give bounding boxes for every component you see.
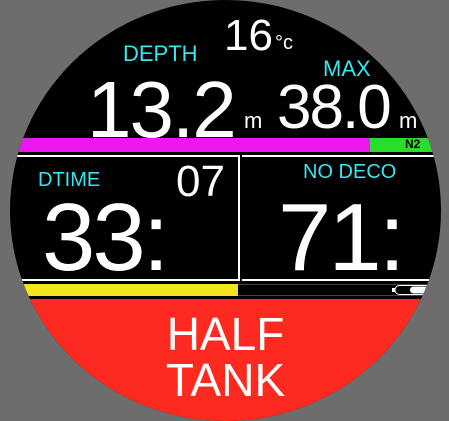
battery-icon [392,285,438,295]
no-deco-label: NO DECO [303,161,397,183]
dive-computer-screen: 16 °c DEPTH MAX 13.2 m 38.0 m N2 DTIME 0… [0,0,449,421]
depth-label: DEPTH [123,41,198,66]
dive-time-seconds: 07 [176,157,225,206]
dial-display: 16 °c DEPTH MAX 13.2 m 38.0 m N2 DTIME 0… [10,0,441,421]
temperature-unit: °c [275,32,293,54]
max-depth-unit: m [399,108,418,133]
alarm-line-2: TANK [165,354,286,406]
yellow-status-bar [10,284,238,296]
max-depth-value: 38.0 [277,73,392,142]
alarm-line-1: HALF [166,308,285,360]
dive-time-minutes: 33: [42,184,169,291]
magenta-status-bar [10,138,370,152]
depth-unit: m [244,108,263,133]
temperature-value: 16 [224,11,273,60]
gas-label: N2 [405,137,421,151]
no-deco-value: 71: [278,184,405,291]
